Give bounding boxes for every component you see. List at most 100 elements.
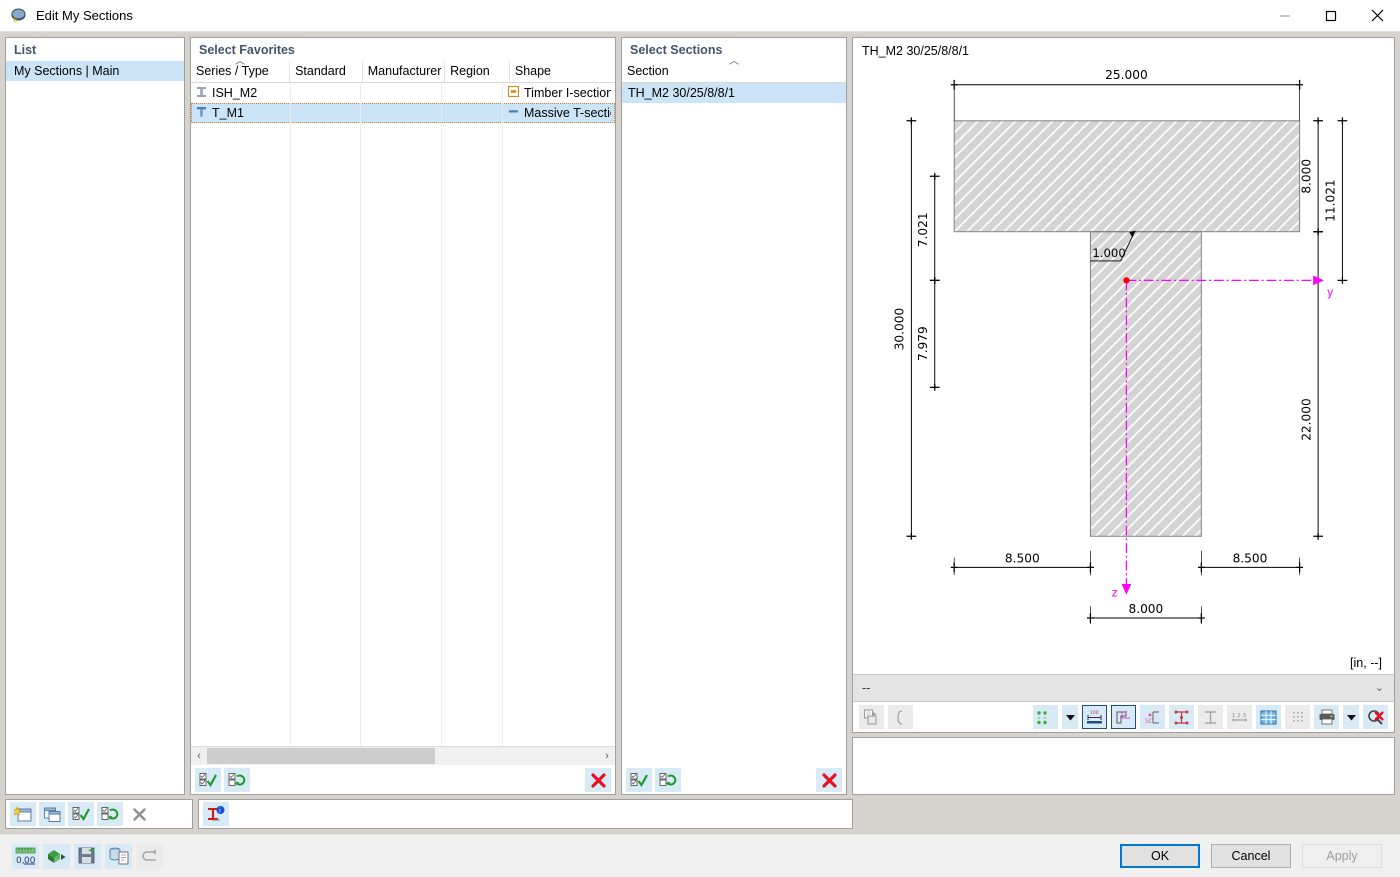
maximize-button[interactable] <box>1308 0 1354 31</box>
preview-combobox[interactable]: -- ⌄ <box>853 674 1394 702</box>
massive-t-section-icon <box>508 106 519 120</box>
raster-button[interactable] <box>1285 705 1310 729</box>
database-copy-button[interactable] <box>105 844 132 869</box>
select-all-button[interactable] <box>68 802 94 826</box>
dim-centroid-to-top-label: 11.021 <box>1324 179 1338 222</box>
ok-button[interactable]: OK <box>1120 844 1200 868</box>
list-toolbar <box>5 799 193 829</box>
numbering-button[interactable]: 1 2 3 <box>1227 705 1252 729</box>
edit-my-sections-window: 6 Edit My Sections List My Sections | Ma… <box>0 0 1400 861</box>
undo-button[interactable] <box>136 844 163 869</box>
table-row[interactable]: T_M1 Massive T-sections <box>191 103 615 123</box>
chevron-down-icon[interactable]: ⌄ <box>1375 681 1384 694</box>
point-display-button[interactable] <box>1033 705 1058 729</box>
scroll-track[interactable] <box>207 748 599 764</box>
invert-selection-button[interactable] <box>224 768 250 792</box>
axes-button[interactable]: y <box>1111 705 1136 729</box>
axis-y-label: y <box>1327 286 1334 299</box>
import-button[interactable] <box>43 844 70 869</box>
column-header-region[interactable]: Region <box>445 61 510 82</box>
close-button[interactable] <box>1354 0 1400 31</box>
section-info-button[interactable]: i <box>203 802 229 826</box>
edit-contour-button[interactable] <box>888 705 913 729</box>
dim-web-width-label: 8.000 <box>1128 602 1163 616</box>
cancel-button[interactable]: Cancel <box>1211 844 1291 868</box>
copy-list-button[interactable] <box>39 802 65 826</box>
list-item[interactable]: TH_M2 30/25/8/8/1 <box>622 83 846 103</box>
cell-manufacturer <box>361 103 442 123</box>
delete-section-button[interactable] <box>816 768 842 792</box>
units-label: [in, --] <box>1350 656 1382 670</box>
copy-section-button[interactable] <box>859 705 884 729</box>
grid-column-lines <box>191 83 615 746</box>
list-items: My Sections | Main <box>6 61 184 81</box>
centroid-point <box>1123 277 1129 283</box>
apply-button[interactable]: Apply <box>1302 844 1382 868</box>
footer-toolbar: 0, 00 <box>12 844 163 869</box>
column-header-series-type[interactable]: ︿ Series / Type <box>191 61 290 82</box>
column-label: Manufacturer <box>368 64 442 78</box>
svg-text:y: y <box>1125 709 1128 714</box>
units-button[interactable]: 0, 00 <box>12 844 39 869</box>
dim-web-to-bottom-label: 22.000 <box>1299 398 1313 441</box>
print-dropdown[interactable] <box>1343 705 1359 729</box>
dim-top-width: 25.000 <box>954 68 1299 121</box>
sections-panel-header: Select Sections <box>622 38 846 61</box>
column-header-manufacturer[interactable]: Manufacturer <box>363 61 445 82</box>
panels-row: List My Sections | Main Select Favorites… <box>0 32 1400 795</box>
grid-button[interactable] <box>1256 705 1281 729</box>
svg-text:SC: SC <box>1145 718 1153 725</box>
invert-selection-button[interactable] <box>97 802 123 826</box>
minimize-button[interactable] <box>1262 0 1308 31</box>
scroll-thumb[interactable] <box>207 748 435 764</box>
dim-total-height-label: 30.000 <box>893 308 907 351</box>
select-all-check-button[interactable] <box>626 768 652 792</box>
print-button[interactable] <box>1314 705 1339 729</box>
preview-column: TH_M2 30/25/8/8/1 <box>852 37 1395 795</box>
list-item[interactable]: My Sections | Main <box>6 61 184 81</box>
dim-left-offset-label: 8.500 <box>1005 552 1040 566</box>
dim-right-offset-label: 8.500 <box>1233 552 1268 566</box>
dim-total-height: 30.000 <box>893 121 912 536</box>
cell-text: Timber I-sections <box>524 86 611 100</box>
select-all-check-button[interactable] <box>195 768 221 792</box>
favorites-panel-header: Select Favorites <box>191 38 615 61</box>
dimensions-button[interactable]: 100 <box>1082 705 1107 729</box>
preview-toolbar: 100 y <box>853 702 1394 732</box>
column-label: Region <box>450 64 490 78</box>
sort-ascending-icon: ︿ <box>729 61 739 67</box>
cell-region <box>442 83 503 103</box>
dim-flange-thickness-label: 8.000 <box>1299 159 1313 194</box>
title-bar: 6 Edit My Sections <box>0 0 1400 32</box>
favorites-rows: ISH_M2 Timber I-sections <box>191 83 615 746</box>
stress-points-button[interactable] <box>1169 705 1194 729</box>
dim-centroid-to-top: 11.021 <box>1324 121 1343 281</box>
zoom-reset-button[interactable] <box>1363 705 1388 729</box>
column-header-section[interactable]: ︿ Section <box>622 61 846 82</box>
delete-list-button[interactable] <box>126 802 152 826</box>
dim-centroid-splits: 7.021 7.979 <box>916 176 935 387</box>
point-display-dropdown[interactable] <box>1062 705 1078 729</box>
delete-favorites-button[interactable] <box>585 768 611 792</box>
new-list-button[interactable] <box>10 802 36 826</box>
scroll-right-arrow-icon[interactable]: › <box>599 750 615 762</box>
sort-ascending-icon: ︿ <box>235 61 245 67</box>
save-button[interactable] <box>74 844 101 869</box>
favorites-horizontal-scrollbar[interactable]: ‹ › <box>191 746 615 765</box>
cell-shape: Massive T-sections <box>503 103 611 123</box>
info-toolbar: i <box>198 799 853 829</box>
window-title: Edit My Sections <box>36 8 1262 23</box>
t-section-icon <box>196 106 207 121</box>
section-outline-button[interactable] <box>1198 705 1223 729</box>
scroll-left-arrow-icon[interactable]: ‹ <box>191 750 207 762</box>
section-drawing[interactable]: 1.000 25.000 <box>853 58 1394 674</box>
footer-bar: 0, 00 <box>0 834 1400 877</box>
preview-title: TH_M2 30/25/8/8/1 <box>853 38 1394 58</box>
invert-selection-button[interactable] <box>655 768 681 792</box>
i-section-icon <box>196 86 207 101</box>
shear-center-button[interactable]: SC <box>1140 705 1165 729</box>
column-header-standard[interactable]: Standard <box>290 61 363 82</box>
cell-text: T_M1 <box>212 106 244 120</box>
column-header-shape[interactable]: Shape <box>510 61 615 82</box>
table-row[interactable]: ISH_M2 Timber I-sections <box>191 83 615 103</box>
